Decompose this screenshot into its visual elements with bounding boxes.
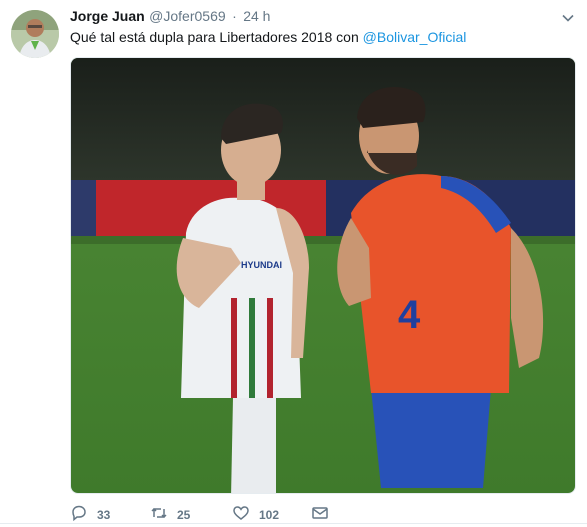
avatar-image — [11, 10, 59, 58]
tweet-text: Qué tal está dupla para Libertadores 201… — [70, 29, 466, 45]
tweet-photo[interactable]: HYUNDAI 4 — [70, 57, 576, 494]
retweet-count: 25 — [177, 508, 191, 522]
separator-dot: · — [232, 8, 237, 24]
tweet-time[interactable]: 24 h — [243, 8, 270, 24]
retweet-button[interactable]: 25 — [150, 506, 190, 524]
reply-button[interactable]: 33 — [70, 505, 111, 524]
reply-count: 33 — [97, 508, 111, 522]
tweet-text-body: Qué tal está dupla para Libertadores 201… — [70, 29, 363, 45]
chevron-down-icon[interactable] — [561, 11, 575, 25]
jersey-number-text: 4 — [398, 293, 421, 337]
like-button[interactable]: 102 — [232, 505, 280, 524]
author-handle[interactable]: @Jofer0569 — [149, 8, 225, 24]
author-name[interactable]: Jorge Juan — [70, 8, 145, 24]
tweet-header: Jorge Juan @Jofer0569 · 24 h — [70, 8, 577, 30]
jersey-sponsor-text: HYUNDAI — [241, 260, 282, 270]
mention-link[interactable]: @Bolivar_Oficial — [363, 29, 467, 45]
like-count: 102 — [259, 508, 280, 522]
football-players-photo: HYUNDAI 4 — [71, 58, 575, 493]
avatar[interactable] — [11, 10, 59, 58]
direct-message-button[interactable] — [311, 506, 329, 524]
tweet-card[interactable]: Jorge Juan @Jofer0569 · 24 h Qué tal est… — [0, 0, 587, 524]
